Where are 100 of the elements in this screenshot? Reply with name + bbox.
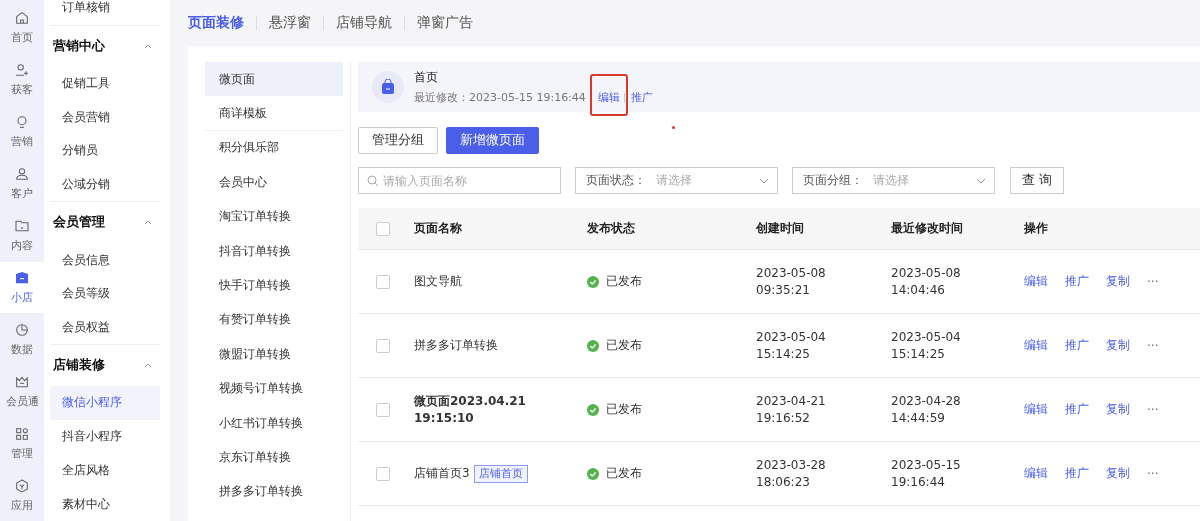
banner-link[interactable]: 推广 (630, 90, 653, 105)
page-name: 图文导航 (414, 273, 462, 290)
action-link[interactable]: 推广 (1065, 401, 1089, 418)
nav-label: 数据 (11, 341, 33, 357)
banner-title: 首页 (414, 69, 439, 86)
sidebar-item[interactable]: 订单核销 (50, 0, 160, 25)
hexagon-icon (14, 477, 30, 494)
page-type-item[interactable]: 积分俱乐部 (205, 130, 343, 166)
sidebar-item[interactable]: 促销工具 (50, 66, 160, 101)
nav-rail-item[interactable]: 数据 (0, 313, 44, 366)
created-time: 2023-05-08 09:35:21 (756, 264, 827, 299)
home-icon (14, 10, 30, 27)
nav-rail-item[interactable]: 营销 (0, 105, 44, 158)
sidebar-item[interactable]: 会员权益 (50, 310, 160, 345)
sidebar-item[interactable]: 抖音小程序 (50, 419, 160, 454)
action-link[interactable]: 复制 (1106, 337, 1130, 354)
page-type-item[interactable]: 视频号订单转换 (205, 371, 343, 406)
nav-rail-item[interactable]: 应用 (0, 469, 44, 521)
sidebar-group-title[interactable]: 店铺装修 (53, 357, 105, 375)
sidebar-item[interactable]: 会员信息 (50, 243, 160, 277)
nav-label: 客户 (11, 186, 33, 202)
manage-groups-button[interactable]: 管理分组 (358, 127, 438, 154)
chevron-icon[interactable] (144, 220, 152, 226)
sidebar-group-title[interactable]: 营销中心 (53, 37, 105, 55)
sidebar-item[interactable]: 素材中心 (50, 487, 160, 521)
tab[interactable]: 弹窗广告 (417, 14, 473, 32)
nav-rail-item[interactable]: 首页 (0, 2, 44, 54)
page-type-item[interactable]: 微页面 (205, 62, 343, 97)
page-type-item[interactable]: 有赞订单转换 (205, 302, 343, 338)
page-type-item[interactable]: 京东订单转换 (205, 440, 343, 475)
page-type-item[interactable]: 快手订单转换 (205, 268, 343, 303)
filter-select[interactable]: 页面分组： 请选择 (792, 167, 995, 194)
nav-rail-item[interactable]: 获客 (0, 53, 44, 106)
nav-label: 管理 (11, 445, 33, 461)
sidebar-group-title[interactable]: 会员管理 (53, 214, 105, 232)
page-type-item[interactable]: 抖音订单转换 (205, 233, 343, 269)
action-link[interactable]: 编辑 (1024, 401, 1048, 418)
page-type-item[interactable]: 拼多多订单转换 (205, 474, 343, 510)
page-type-item[interactable]: 淘宝订单转换 (205, 199, 343, 234)
query-button[interactable]: 查 询 (1010, 167, 1064, 194)
check-circle-icon (587, 275, 599, 288)
nav-label: 会员通 (5, 393, 39, 409)
created-time: 2023-05-04 15:14:25 (756, 328, 827, 363)
sidebar-item[interactable]: 公域分销 (50, 167, 160, 202)
action-link[interactable]: 编辑 (1024, 337, 1048, 354)
checkbox[interactable] (376, 274, 390, 289)
page-type-item[interactable]: 商详模板 (205, 96, 343, 131)
page-type-item[interactable]: 微盟订单转换 (205, 337, 343, 372)
pie-chart-icon (14, 321, 30, 338)
nav-rail-item[interactable]: 客户 (0, 157, 44, 210)
column-header: 发布状态 (587, 220, 636, 237)
checkbox[interactable] (376, 466, 390, 481)
highlight-frame (589, 74, 628, 116)
nav-rail-item[interactable]: 内容 (0, 209, 44, 262)
checkbox[interactable] (376, 221, 390, 236)
column-header: 最近修改时间 (891, 220, 964, 237)
tab[interactable]: 页面装修 (188, 14, 244, 32)
nav-rail-item[interactable]: 管理 (0, 417, 44, 470)
bag-icon (372, 71, 404, 103)
sidebar-item[interactable]: 会员等级 (50, 276, 160, 311)
tab[interactable]: 店铺导航 (336, 14, 392, 32)
nav-rail-item[interactable]: 会员通 (0, 365, 44, 418)
page-name: 微页面2023.04.21 19:15:10 (414, 392, 527, 427)
page-name: 店铺首页3 (414, 465, 470, 482)
more-link[interactable]: ··· (1147, 466, 1159, 481)
search-icon (367, 175, 379, 187)
page-type-item[interactable]: 小红书订单转换 (205, 405, 343, 441)
more-link[interactable]: ··· (1147, 338, 1159, 353)
sidebar-item[interactable]: 全店风格 (50, 453, 160, 488)
banner-link[interactable]: 编辑 (597, 90, 620, 105)
action-link[interactable]: 推广 (1065, 273, 1089, 290)
nav-rail-item[interactable]: 小店 (0, 261, 44, 314)
nav-label: 内容 (11, 238, 33, 254)
action-link[interactable]: 编辑 (1024, 465, 1048, 482)
modified-time: 2023-05-15 19:16:44 (891, 456, 962, 491)
user-plus-icon (14, 62, 30, 79)
checkbox[interactable] (376, 402, 390, 417)
page-type-item[interactable]: 会员中心 (205, 165, 343, 200)
filter-select[interactable]: 页面状态： 请选择 (575, 167, 778, 194)
sidebar-item[interactable]: 微信小程序 (50, 386, 160, 420)
more-link[interactable]: ··· (1147, 402, 1159, 417)
status-text: 已发布 (606, 273, 642, 290)
more-link[interactable]: ··· (1147, 274, 1159, 289)
action-link[interactable]: 复制 (1106, 465, 1130, 482)
search-field[interactable]: 请输入页面名称 (358, 167, 561, 194)
chevron-icon[interactable] (144, 363, 152, 369)
column-header: 页面名称 (414, 220, 463, 237)
column-header: 创建时间 (756, 220, 805, 237)
tab[interactable]: 悬浮窗 (269, 14, 311, 32)
chevron-icon[interactable] (144, 43, 152, 49)
add-page-button[interactable]: 新增微页面 (446, 127, 539, 154)
action-link[interactable]: 推广 (1065, 337, 1089, 354)
action-link[interactable]: 复制 (1106, 273, 1130, 290)
checkbox[interactable] (376, 338, 390, 353)
action-link[interactable]: 编辑 (1024, 273, 1048, 290)
action-link[interactable]: 推广 (1065, 465, 1089, 482)
sidebar-item[interactable]: 分销员 (50, 133, 160, 168)
sidebar-item[interactable]: 会员营销 (50, 100, 160, 134)
check-circle-icon (587, 339, 599, 352)
action-link[interactable]: 复制 (1106, 401, 1130, 418)
